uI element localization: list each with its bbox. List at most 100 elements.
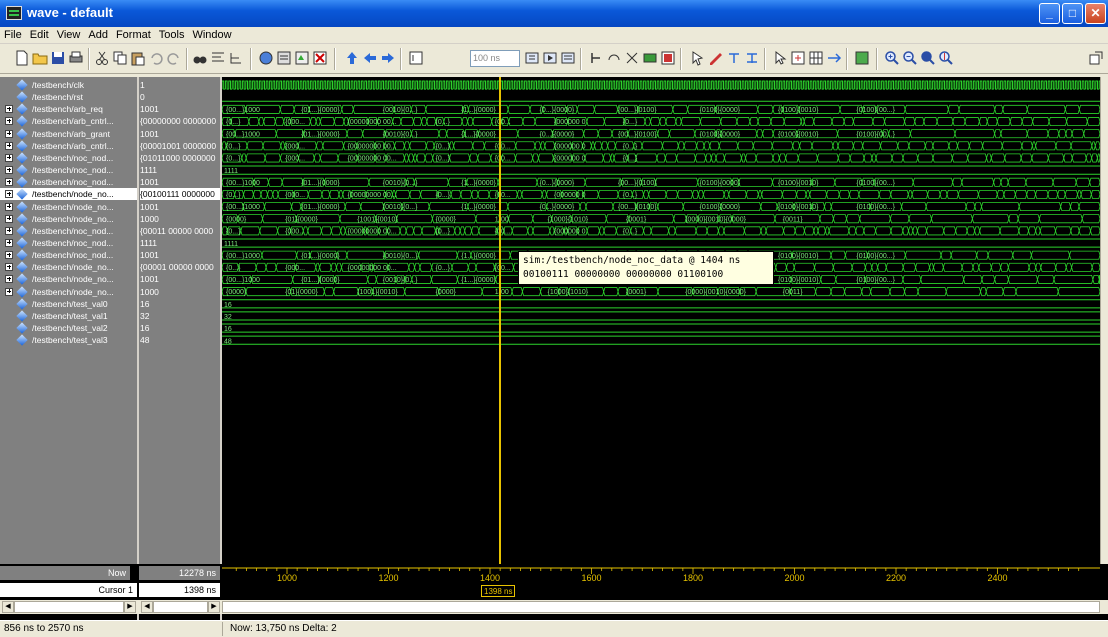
menu-file[interactable]: File: [0, 27, 26, 41]
find-next-icon[interactable]: [210, 50, 226, 66]
menu-view[interactable]: View: [53, 27, 85, 41]
compile-icon[interactable]: [258, 50, 274, 66]
signal-names-pane[interactable]: /testbench/clk/testbench/rst/testbench/a…: [0, 77, 137, 564]
signal-row[interactable]: /testbench/node_no...: [0, 285, 137, 298]
continue-icon[interactable]: [542, 50, 558, 66]
values-scroll-track[interactable]: [153, 601, 208, 613]
step-icon[interactable]: [588, 50, 604, 66]
expand-icon[interactable]: [826, 50, 842, 66]
dataflow-icon[interactable]: [660, 50, 676, 66]
values-scroll-left-arrow-icon[interactable]: ◀: [141, 601, 153, 613]
cursor-1-tag[interactable]: 1398 ns: [481, 585, 516, 597]
vertical-scrollbar[interactable]: [1100, 77, 1108, 564]
signal-row[interactable]: /testbench/node_no...: [0, 188, 137, 201]
expand-plus-icon[interactable]: [5, 263, 13, 272]
signal-row[interactable]: /testbench/noc_nod...: [0, 164, 137, 176]
zoom-out-icon[interactable]: [902, 50, 918, 66]
names-scroll-track[interactable]: [14, 601, 124, 613]
signal-row[interactable]: /testbench/rst: [0, 91, 137, 103]
signal-row[interactable]: /testbench/test_val0: [0, 298, 137, 310]
maximize-button[interactable]: □: [1062, 3, 1083, 24]
delete-cursor-icon[interactable]: [744, 50, 760, 66]
signal-row[interactable]: /testbench/test_val1: [0, 310, 137, 322]
signal-row[interactable]: /testbench/noc_nod...: [0, 176, 137, 188]
signal-row[interactable]: /testbench/test_val3: [0, 334, 137, 346]
waveform-pane[interactable]: {00...}1000 {01...}{0000} {0010}{0...} {1..…: [222, 77, 1100, 564]
minimize-button[interactable]: _: [1039, 3, 1060, 24]
signal-row[interactable]: /testbench/noc_nod...: [0, 237, 137, 249]
signal-row[interactable]: /testbench/arb_cntrl...: [0, 115, 137, 128]
signal-row[interactable]: /testbench/node_no...: [0, 261, 137, 273]
expand-plus-icon[interactable]: [5, 202, 13, 211]
menu-tools[interactable]: Tools: [155, 27, 189, 41]
signal-row[interactable]: /testbench/test_val2: [0, 322, 137, 334]
signal-row[interactable]: /testbench/node_no...: [0, 273, 137, 286]
signal-row[interactable]: /testbench/noc_nod...: [0, 225, 137, 237]
run-all-icon[interactable]: [560, 50, 576, 66]
restart-icon[interactable]: [624, 50, 640, 66]
signal-row[interactable]: /testbench/noc_nod...: [0, 249, 137, 261]
memory-icon[interactable]: [642, 50, 658, 66]
run-icon[interactable]: [524, 50, 540, 66]
cut-icon[interactable]: [94, 50, 110, 66]
insert-cursor-icon[interactable]: [726, 50, 742, 66]
expand-plus-icon[interactable]: [5, 105, 13, 114]
print-icon[interactable]: [68, 50, 84, 66]
expand-plus-icon[interactable]: [5, 251, 13, 260]
horizontal-scrollbar[interactable]: ◀ ▶ ◀ ▶: [0, 600, 1108, 614]
expand-plus-icon[interactable]: [5, 287, 13, 296]
expand-plus-icon[interactable]: [5, 190, 13, 199]
arrow-right-icon[interactable]: [380, 50, 396, 66]
find-icon[interactable]: [192, 50, 208, 66]
close-button[interactable]: ✕: [1085, 3, 1106, 24]
expand-plus-icon[interactable]: [5, 129, 13, 138]
hierarchy-icon[interactable]: [228, 50, 244, 66]
expand-plus-icon[interactable]: [5, 178, 13, 187]
select-mode-icon[interactable]: [690, 50, 706, 66]
scroll-left-arrow-icon[interactable]: ◀: [2, 601, 14, 613]
expand-plus-icon[interactable]: [5, 166, 13, 175]
new-file-icon[interactable]: [14, 50, 30, 66]
cursor-1-label[interactable]: Cursor 1: [0, 583, 137, 597]
zoom-mode-icon[interactable]: [790, 50, 806, 66]
run-length-input[interactable]: 100 ns: [470, 50, 520, 67]
expand-plus-icon[interactable]: [5, 117, 13, 126]
signal-row[interactable]: /testbench/arb_cntrl...: [0, 140, 137, 152]
edit-wave-icon[interactable]: [708, 50, 724, 66]
signal-row[interactable]: /testbench/clk: [0, 79, 137, 91]
save-icon[interactable]: [50, 50, 66, 66]
signal-row[interactable]: /testbench/noc_nod...: [0, 152, 137, 164]
zoom-in-icon[interactable]: [884, 50, 900, 66]
values-scroll-right-arrow-icon[interactable]: ▶: [208, 601, 220, 613]
zoom-cursor-icon[interactable]: [938, 50, 954, 66]
menu-add[interactable]: Add: [84, 27, 112, 41]
expand-plus-icon[interactable]: [5, 226, 13, 235]
wave-scroll-track[interactable]: [222, 601, 1100, 613]
menu-window[interactable]: Window: [188, 27, 235, 41]
expand-plus-icon[interactable]: [5, 141, 13, 150]
compile-all-icon[interactable]: [276, 50, 292, 66]
signal-values-pane[interactable]: 1 0 1001 {00000000 0000000 1001 {00001001 000…: [139, 77, 220, 564]
signal-row[interactable]: /testbench/node_no...: [0, 200, 137, 213]
undo-icon[interactable]: [148, 50, 164, 66]
copy-icon[interactable]: [112, 50, 128, 66]
grid-icon[interactable]: [808, 50, 824, 66]
simulate-icon[interactable]: [294, 50, 310, 66]
break-icon[interactable]: [312, 50, 328, 66]
signal-row[interactable]: /testbench/arb_grant: [0, 127, 137, 140]
time-ruler[interactable]: 1000 1200 1400 1600 1800 2000 2200 2400 1398 ns: [222, 564, 1100, 600]
paste-icon[interactable]: [130, 50, 146, 66]
pointer-icon[interactable]: [772, 50, 788, 66]
open-folder-icon[interactable]: [32, 50, 48, 66]
menu-format[interactable]: Format: [112, 27, 155, 41]
expand-plus-icon[interactable]: [5, 275, 13, 284]
redo-icon[interactable]: [166, 50, 182, 66]
expand-plus-icon[interactable]: [5, 153, 13, 162]
run-length-icon[interactable]: [408, 50, 424, 66]
expand-plus-icon[interactable]: [5, 214, 13, 223]
scroll-right-arrow-icon[interactable]: ▶: [124, 601, 136, 613]
signal-row[interactable]: /testbench/arb_req: [0, 103, 137, 115]
cursor-1-line[interactable]: [499, 77, 501, 564]
waveform-canvas[interactable]: {00...}1000 {01...}{0000} {0010}{0...} {1..…: [222, 77, 1100, 564]
expand-plus-icon[interactable]: [5, 238, 13, 247]
